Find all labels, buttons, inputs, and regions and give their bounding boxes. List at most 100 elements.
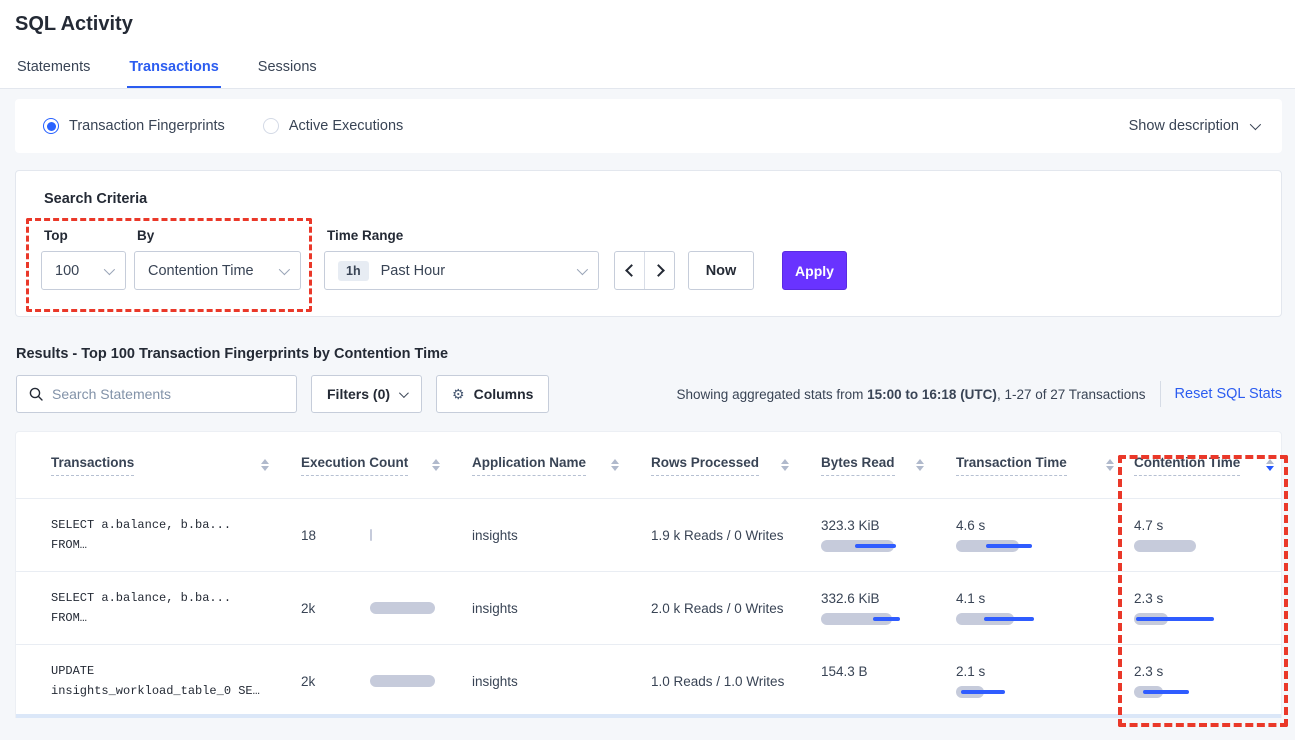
radio-unselected-icon [263,118,279,134]
sort-icon[interactable] [781,459,789,472]
radio-selected-icon [43,118,59,134]
radio-label: Active Executions [289,118,403,134]
search-criteria-card: Search Criteria Top 100 By Contention Ti… [15,170,1282,317]
execution-count-cell: 2k [301,674,472,689]
time-range-value-wrap: 1h Past Hour [338,261,445,281]
time-range-value: Past Hour [381,263,445,279]
chevron-down-icon [577,263,588,274]
bytes-read-cell: 332.6 KiB [821,591,956,625]
tab-sessions[interactable]: Sessions [256,59,319,88]
contention-time-cell: 2.3 s [1134,664,1282,698]
sort-icon-active-desc[interactable] [1266,459,1274,472]
application-name-cell: insights [472,674,651,689]
tab-bar: Statements Transactions Sessions [0,59,1295,89]
results-heading: Results - Top 100 Transaction Fingerprin… [16,346,1295,362]
by-label: By [137,228,154,243]
by-select[interactable]: Contention Time [134,251,301,290]
columns-label: Columns [474,386,534,402]
time-range-label: Time Range [327,228,403,243]
chevron-right-icon [652,264,665,277]
now-button[interactable]: Now [688,251,754,290]
time-range-select[interactable]: 1h Past Hour [324,251,599,290]
results-toolbar: Filters (0) ⚙ Columns Showing aggregated… [16,375,1282,413]
chevron-down-icon [399,388,409,398]
next-range-button[interactable] [645,252,674,289]
tab-transactions[interactable]: Transactions [127,59,220,88]
search-criteria-title: Search Criteria [44,191,147,207]
execution-count-bar [370,675,472,687]
column-header-transaction-time[interactable]: Transaction Time [956,455,1134,476]
sort-icon[interactable] [611,459,619,472]
show-description-toggle[interactable]: Show description [1129,118,1258,134]
tab-statements[interactable]: Statements [15,59,92,88]
time-range-step-group [614,251,675,290]
column-header-execution-count[interactable]: Execution Count [301,455,472,476]
table-row[interactable]: SELECT a.balance, b.ba... FROM… 18 insig… [16,498,1281,571]
execution-count-bar [370,602,472,614]
column-header-transactions[interactable]: Transactions [51,455,301,476]
chevron-left-icon [625,264,638,277]
by-select-value: Contention Time [148,263,254,279]
search-statements-box[interactable] [16,375,297,413]
radio-active-executions[interactable]: Active Executions [263,118,403,134]
reset-sql-stats-link[interactable]: Reset SQL Stats [1175,386,1282,402]
page-header: SQL Activity Statements Transactions Ses… [0,0,1295,89]
chevron-down-icon [1250,119,1261,130]
execution-count-cell: 18 [301,528,472,543]
search-icon [29,387,43,401]
table-row[interactable]: SELECT a.balance, b.ba... FROM… 2k insig… [16,571,1281,644]
filters-label: Filters (0) [327,386,390,402]
view-toggle-group: Transaction Fingerprints Active Executio… [43,118,441,134]
transaction-time-bar [956,613,1066,625]
top-label: Top [44,228,68,243]
contention-time-bar [1134,613,1244,625]
transaction-time-cell: 4.6 s [956,518,1134,552]
sort-icon[interactable] [1106,459,1114,472]
contention-time-cell: 4.7 s [1134,518,1282,552]
radio-transaction-fingerprints[interactable]: Transaction Fingerprints [43,118,225,134]
chevron-down-icon [279,263,290,274]
transactions-table: Transactions Execution Count Application… [15,431,1282,718]
apply-button[interactable]: Apply [782,251,847,290]
radio-label: Transaction Fingerprints [69,118,225,134]
bytes-read-cell: 323.3 KiB [821,518,956,552]
stats-summary: Showing aggregated stats from 15:00 to 1… [677,387,1146,402]
previous-range-button[interactable] [615,252,645,289]
application-name-cell: insights [472,528,651,543]
transaction-fingerprint-link[interactable]: SELECT a.balance, b.ba... FROM… [51,588,301,628]
contention-time-bar [1134,686,1244,698]
bytes-read-cell: 154.3 B [821,664,956,698]
top-select[interactable]: 100 [41,251,126,290]
transaction-fingerprint-link[interactable]: UPDATE insights_workload_table_0 SE… [51,661,301,701]
bytes-read-bar [821,613,931,625]
transaction-fingerprint-link[interactable]: SELECT a.balance, b.ba... FROM… [51,515,301,555]
transaction-time-cell: 4.1 s [956,591,1134,625]
transaction-time-cell: 2.1 s [956,664,1134,698]
column-header-bytes-read[interactable]: Bytes Read [821,455,956,476]
column-header-contention-time[interactable]: Contention Time [1134,455,1282,476]
table-row[interactable]: UPDATE insights_workload_table_0 SE… 2k … [16,644,1281,717]
sort-icon[interactable] [916,459,924,472]
search-statements-input[interactable] [52,386,286,402]
filters-button[interactable]: Filters (0) [311,375,422,413]
execution-count-cell: 2k [301,601,472,616]
column-header-application-name[interactable]: Application Name [472,455,651,476]
rows-processed-cell: 1.9 k Reads / 0 Writes [651,528,821,543]
columns-button[interactable]: ⚙ Columns [436,375,549,413]
page-title: SQL Activity [15,13,1295,36]
top-select-value: 100 [55,263,79,279]
sort-icon[interactable] [261,459,269,472]
column-header-rows-processed[interactable]: Rows Processed [651,455,821,476]
rows-processed-cell: 2.0 k Reads / 0 Writes [651,601,821,616]
application-name-cell: insights [472,601,651,616]
toolbar-divider [1160,381,1161,407]
rows-processed-cell: 1.0 Reads / 1.0 Writes [651,674,821,689]
time-range-badge: 1h [338,261,369,281]
sort-icon[interactable] [432,459,440,472]
execution-count-bar [370,529,472,541]
gear-icon: ⚙ [452,386,465,403]
chevron-down-icon [104,263,115,274]
contention-time-cell: 2.3 s [1134,591,1282,625]
stats-time-range: 15:00 to 16:18 (UTC) [867,387,997,402]
transaction-time-bar [956,686,1066,698]
